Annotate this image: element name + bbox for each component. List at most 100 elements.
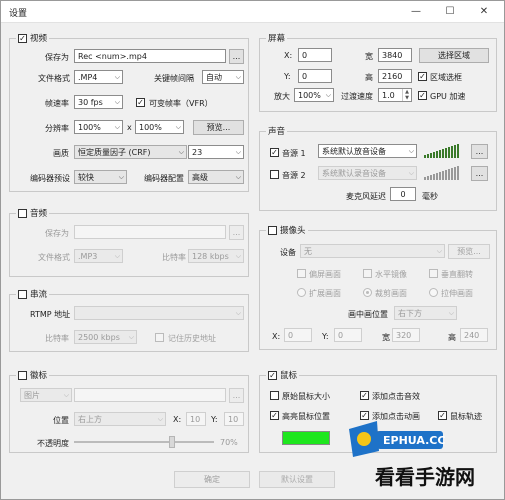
camera-flip-checkbox[interactable] xyxy=(429,269,438,278)
gpu-checkbox[interactable]: ✓ xyxy=(418,91,427,100)
save-as-input[interactable]: Rec <num>.mp4 xyxy=(74,49,226,63)
minimize-icon[interactable]: — xyxy=(405,4,427,20)
watermark-group: 徽标 图片 ⌵ ... 位置 右上方 ⌵ X: 10 Y: 10 不透明度 70% xyxy=(9,369,249,453)
watermark-caption: 看看手游网 xyxy=(375,465,475,489)
screen-y-input[interactable]: 0 xyxy=(298,69,332,83)
res-height-select[interactable]: 100% ⌵ xyxy=(135,120,184,134)
highlight-checkbox[interactable]: ✓ xyxy=(270,411,279,420)
camera-device-select[interactable]: 无 ⌵ xyxy=(300,244,445,258)
camera-extend-radio[interactable] xyxy=(297,288,306,297)
video-checkbox[interactable]: ✓ xyxy=(18,33,27,43)
title-bar: 设置 — ☐ ✕ xyxy=(1,1,504,23)
watermark-pos-select[interactable]: 右上方 ⌵ xyxy=(74,412,166,426)
chevron-down-icon: ⌵ xyxy=(235,252,241,260)
camera-crop-radio[interactable] xyxy=(363,288,372,297)
quality-value-select[interactable]: 23 ⌵ xyxy=(188,145,244,159)
audio-bitrate-select[interactable]: 128 kbps ⌵ xyxy=(188,249,244,263)
screen-x-input[interactable]: 0 xyxy=(298,48,332,62)
audio-browse-button[interactable]: ... xyxy=(229,225,244,240)
trail-checkbox[interactable]: ✓ xyxy=(438,411,447,420)
profile-select[interactable]: 高级 ⌵ xyxy=(188,170,244,184)
camera-title: 摄像头 xyxy=(280,226,306,236)
camera-w-label: 宽 xyxy=(382,333,390,342)
camera-w-input[interactable]: 320 xyxy=(392,328,420,342)
watermark-pos-label: 位置 xyxy=(53,416,69,425)
chevron-down-icon: ⌵ xyxy=(114,73,120,81)
audio-format-select[interactable]: .MP3 ⌵ xyxy=(74,249,123,263)
watermark-checkbox[interactable] xyxy=(18,370,27,380)
screen-h-input[interactable]: 2160 xyxy=(378,69,412,83)
camera-checkbox[interactable] xyxy=(268,225,277,235)
camera-x-input[interactable]: 0 xyxy=(284,328,312,342)
click-sound-checkbox[interactable]: ✓ xyxy=(360,391,369,400)
audio-src1-checkbox[interactable]: ✓ xyxy=(270,148,279,157)
camera-opt1-checkbox[interactable] xyxy=(297,269,306,278)
stream-bitrate-select[interactable]: 2500 kbps ⌵ xyxy=(74,330,137,344)
chevron-down-icon: ⌵ xyxy=(325,91,331,99)
spin-icon[interactable]: ▲ ▼ xyxy=(402,89,411,101)
rtmp-select[interactable]: ⌵ xyxy=(74,306,244,320)
camera-preview-button[interactable]: 预览... xyxy=(448,244,490,259)
close-icon[interactable]: ✕ xyxy=(473,4,495,20)
camera-mirror-checkbox[interactable] xyxy=(363,269,372,278)
highlight-label: 高亮鼠标位置 xyxy=(282,412,330,421)
site-logo: EPHUA.CC xyxy=(347,421,447,459)
audio-src1-button[interactable]: ... xyxy=(471,144,488,159)
audio-file-checkbox[interactable] xyxy=(18,208,27,218)
screen-y-label: Y: xyxy=(284,72,291,81)
format-select[interactable]: .MP4 ⌵ xyxy=(74,70,123,84)
keyframe-select[interactable]: 自动 ⌵ xyxy=(202,70,244,84)
camera-stretch-radio[interactable] xyxy=(429,288,438,297)
audio-src1-level-meter xyxy=(424,144,460,158)
opacity-slider-thumb[interactable] xyxy=(169,436,175,448)
remember-checkbox[interactable] xyxy=(155,333,164,342)
orig-size-checkbox[interactable] xyxy=(270,391,279,400)
quality-mode-select[interactable]: 恒定质量因子 (CRF) ⌵ xyxy=(74,145,187,159)
mouse-checkbox[interactable]: ✓ xyxy=(268,370,277,380)
rtmp-label: RTMP 地址 xyxy=(30,310,71,319)
area-select-checkbox[interactable]: ✓ xyxy=(418,72,427,81)
pip-position-label: 画中画位置 xyxy=(348,310,388,319)
audio-src1-select[interactable]: 系统默认放音设备 ⌵ xyxy=(318,144,417,158)
camera-extend-label: 扩展画面 xyxy=(309,289,341,298)
preset-select[interactable]: 较快 ⌵ xyxy=(74,170,127,184)
res-width-select[interactable]: 100% ⌵ xyxy=(74,120,123,134)
audio-src1-label: 音源 1 xyxy=(282,149,306,158)
pip-position-select[interactable]: 右下方 ⌵ xyxy=(394,306,457,320)
audio-file-group: 音频 保存为 ... 文件格式 .MP3 ⌵ 比特率 128 kbps ⌵ xyxy=(9,207,249,277)
defaults-button[interactable]: 默认设置 xyxy=(259,471,335,488)
camera-h-label: 高 xyxy=(448,333,456,342)
watermark-title: 徽标 xyxy=(30,371,48,381)
watermark-browse-button[interactable]: ... xyxy=(229,388,244,403)
audio-bitrate-label: 比特率 xyxy=(162,253,186,262)
watermark-x-input[interactable]: 10 xyxy=(186,412,206,426)
screen-w-input[interactable]: 3840 xyxy=(378,48,412,62)
audio-src2-select[interactable]: 系统默认录音设备 ⌵ xyxy=(318,166,417,180)
audio-save-as-input[interactable] xyxy=(74,225,226,239)
mic-delay-input[interactable]: 0 xyxy=(390,187,416,201)
save-as-label: 保存为 xyxy=(45,53,69,62)
maximize-icon[interactable]: ☐ xyxy=(439,4,461,20)
browse-button[interactable]: ... xyxy=(229,49,244,64)
vfr-checkbox[interactable]: ✓ xyxy=(136,98,145,107)
watermark-y-input[interactable]: 10 xyxy=(224,412,244,426)
screen-w-label: 宽 xyxy=(365,52,373,61)
filter-speed-input[interactable]: 1.0 ▲ ▼ xyxy=(378,88,412,102)
select-area-button[interactable]: 选择区域 xyxy=(419,48,489,63)
audio-src2-checkbox[interactable] xyxy=(270,170,279,179)
audio-src2-button[interactable]: ... xyxy=(471,166,488,181)
zoom-select[interactable]: 100% ⌵ xyxy=(294,88,334,102)
highlight-color-swatch[interactable] xyxy=(282,431,330,445)
click-anim-checkbox[interactable]: ✓ xyxy=(360,411,369,420)
stream-title: 串流 xyxy=(30,290,48,300)
ok-button[interactable]: 确定 xyxy=(174,471,250,488)
camera-y-label: Y: xyxy=(322,332,329,341)
opacity-slider[interactable] xyxy=(74,441,214,443)
watermark-type-select[interactable]: 图片 ⌵ xyxy=(20,388,72,402)
stream-checkbox[interactable] xyxy=(18,289,27,299)
watermark-path-input[interactable] xyxy=(74,388,226,402)
video-preview-button[interactable]: 预览... xyxy=(193,120,244,135)
fps-select[interactable]: 30 fps ⌵ xyxy=(74,95,123,109)
camera-y-input[interactable]: 0 xyxy=(334,328,362,342)
camera-h-input[interactable]: 240 xyxy=(460,328,488,342)
